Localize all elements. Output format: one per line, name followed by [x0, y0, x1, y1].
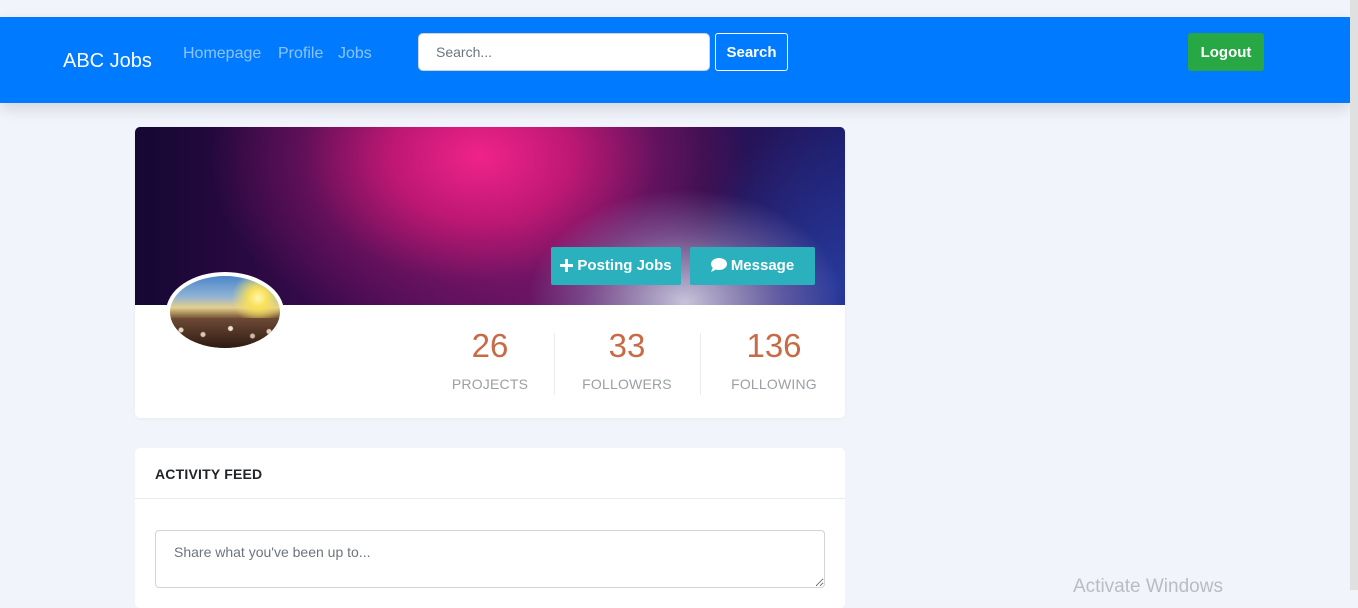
search-button[interactable]: Search	[715, 33, 788, 71]
logout-button[interactable]: Logout	[1188, 33, 1264, 71]
scrollbar-thumb[interactable]	[1350, 0, 1358, 590]
message-label: Message	[730, 256, 795, 274]
stat-value: 26	[471, 327, 509, 364]
avatar[interactable]	[166, 272, 284, 352]
divider	[135, 498, 845, 499]
stat-label: FOLLOWERS	[582, 376, 672, 392]
stat-label: FOLLOWING	[731, 376, 817, 392]
stat-following: 136 FOLLOWING	[719, 327, 829, 392]
plus-icon	[560, 258, 574, 276]
comment-icon	[710, 257, 727, 276]
nav-link-profile[interactable]: Profile	[278, 45, 323, 63]
stat-divider	[700, 333, 701, 395]
stat-followers: 33 FOLLOWERS	[572, 327, 682, 392]
brand-logo[interactable]: ABC Jobs	[63, 50, 152, 73]
profile-card: Posting Jobs Message 26 PROJECTS 33 FOLL…	[135, 127, 845, 418]
scrollbar[interactable]	[1350, 0, 1358, 590]
activity-post-input[interactable]	[155, 530, 825, 588]
nav-link-jobs[interactable]: Jobs	[338, 45, 372, 63]
avatar-crowd	[170, 317, 280, 348]
stat-projects: 26 PROJECTS	[440, 327, 540, 392]
navbar: ABC Jobs Homepage Profile Jobs Search Lo…	[0, 17, 1350, 103]
nav-link-homepage[interactable]: Homepage	[183, 45, 261, 63]
activate-windows-watermark: Activate Windows	[1073, 576, 1223, 597]
activity-feed-card: ACTIVITY FEED	[135, 448, 845, 608]
stat-value: 136	[746, 327, 802, 364]
stat-divider	[554, 333, 555, 395]
posting-jobs-label: Posting Jobs	[577, 256, 672, 274]
stat-value: 33	[608, 327, 646, 364]
search-input[interactable]	[418, 33, 710, 71]
stat-label: PROJECTS	[451, 376, 529, 392]
message-button[interactable]: Message	[690, 247, 815, 285]
posting-jobs-button[interactable]: Posting Jobs	[551, 247, 681, 285]
activity-feed-title: ACTIVITY FEED	[155, 466, 263, 482]
